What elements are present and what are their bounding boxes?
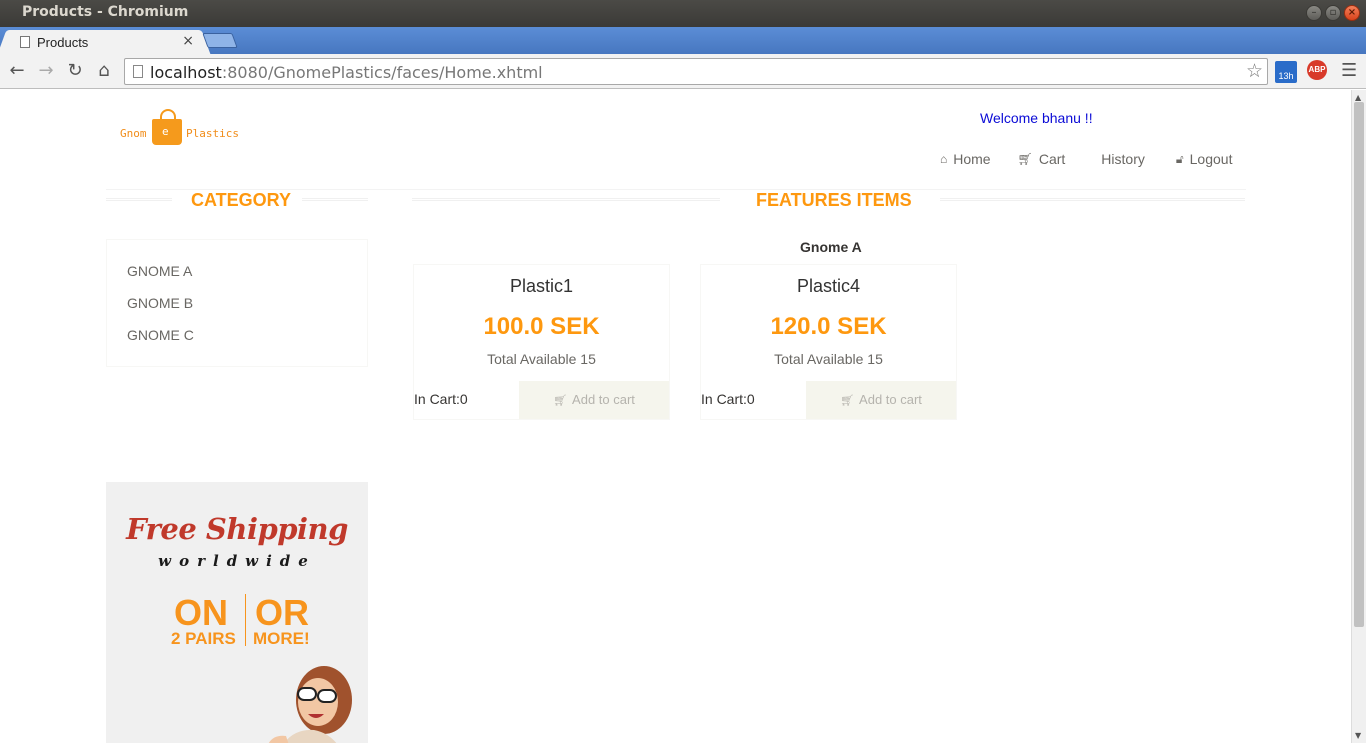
- unlock-icon: 🔓︎: [1175, 151, 1184, 166]
- category-item[interactable]: GNOME C: [127, 327, 194, 343]
- window-controls: – ▫ ×: [1306, 5, 1360, 21]
- add-to-cart-label: Add to cart: [572, 392, 635, 407]
- nav-logout[interactable]: 🔓︎ Logout: [1176, 151, 1233, 167]
- home-icon: ⌂: [940, 152, 948, 166]
- tab-strip: Products ×: [0, 27, 1366, 54]
- banner-on: ON: [174, 592, 228, 633]
- window-title-bar: Products - Chromium – ▫ ×: [0, 0, 1366, 27]
- nav-history[interactable]: History: [1101, 151, 1145, 167]
- category-panel: GNOME A GNOME B GNOME C: [106, 239, 368, 367]
- product-group-label: Gnome A: [800, 239, 862, 255]
- forward-arrow-icon[interactable]: →: [35, 60, 57, 82]
- banner-or: OR: [255, 592, 309, 633]
- logo-text-right: Plastics: [186, 127, 239, 140]
- reload-icon[interactable]: ↻: [64, 60, 86, 82]
- heading-line: [412, 198, 720, 201]
- free-shipping-banner[interactable]: Free Shipping worldwide ON OR 2 PAIRS MO…: [106, 482, 368, 743]
- in-cart-count: In Cart:0: [414, 391, 468, 407]
- scroll-up-icon[interactable]: ▲: [1355, 93, 1361, 102]
- back-arrow-icon[interactable]: ←: [6, 60, 28, 82]
- product-name: Plastic4: [796, 276, 861, 296]
- heading-line: [106, 198, 172, 201]
- url-host: localhost: [150, 63, 222, 82]
- browser-toolbar: ← → ↻ ⌂ localhost:8080/GnomePlastics/fac…: [0, 54, 1366, 89]
- tab-products[interactable]: Products ×: [8, 30, 200, 54]
- banner-more: MORE!: [253, 629, 310, 648]
- cart-icon: 🛒︎: [553, 395, 568, 407]
- minimize-button[interactable]: –: [1306, 5, 1322, 21]
- add-to-cart-button[interactable]: 🛒︎ Add to cart: [806, 381, 956, 419]
- tab-close-icon[interactable]: ×: [182, 33, 194, 49]
- heading-line: [940, 198, 1245, 201]
- nav-cart[interactable]: 🛒︎ Cart: [1018, 151, 1066, 167]
- nav-logout-label: Logout: [1189, 151, 1233, 167]
- welcome-message: Welcome bhanu !!: [980, 110, 1093, 126]
- tab-label: Products: [37, 35, 89, 50]
- bookmark-star-icon[interactable]: ☆: [1246, 60, 1263, 82]
- nav-cart-label: Cart: [1038, 151, 1066, 167]
- nav-history-label: History: [1101, 151, 1145, 167]
- scrollbar-thumb[interactable]: [1354, 102, 1364, 627]
- banner-pairs: 2 PAIRS: [171, 629, 236, 648]
- product-price: 120.0 SEK: [770, 313, 887, 340]
- logo-text-middle: e: [162, 125, 169, 138]
- url-text[interactable]: localhost:8080/GnomePlastics/faces/Home.…: [150, 63, 543, 82]
- category-heading: CATEGORY: [191, 190, 292, 210]
- category-item[interactable]: GNOME A: [127, 263, 192, 279]
- features-heading: FEATURES ITEMS: [756, 190, 912, 210]
- cart-icon: 🛒︎: [1017, 152, 1033, 166]
- adblock-extension-icon[interactable]: ABP: [1307, 60, 1327, 80]
- product-card: Plastic1 100.0 SEK Total Available 15 In…: [413, 264, 670, 420]
- banner-headline: Free Shipping: [126, 512, 348, 546]
- banner-divider: [245, 594, 246, 646]
- add-to-cart-label: Add to cart: [859, 392, 922, 407]
- url-path: :8080/GnomePlastics/faces/Home.xhtml: [221, 63, 543, 82]
- menu-icon[interactable]: ☰: [1341, 60, 1357, 81]
- page-scrollbar[interactable]: ▲ ▼: [1351, 90, 1366, 743]
- cart-icon: 🛒︎: [840, 395, 855, 407]
- shopping-bag-icon: e: [152, 109, 182, 145]
- nav-home-label: Home: [953, 151, 991, 167]
- product-name: Plastic1: [509, 276, 574, 296]
- product-price: 100.0 SEK: [483, 313, 600, 340]
- window-title: Products - Chromium: [22, 4, 189, 20]
- banner-subline: worldwide: [158, 552, 316, 570]
- home-icon[interactable]: ⌂: [93, 60, 115, 82]
- heading-line: [302, 198, 368, 201]
- product-availability: Total Available 15: [774, 351, 883, 367]
- in-cart-count: In Cart:0: [701, 391, 755, 407]
- site-logo[interactable]: Gnom e Plastics: [120, 108, 245, 148]
- calendar-extension-icon[interactable]: 13h: [1275, 61, 1297, 83]
- main-nav: ⌂ Home 🛒︎ Cart History 🔓︎ Logout: [940, 151, 1259, 167]
- new-tab-button[interactable]: [202, 33, 238, 48]
- close-window-button[interactable]: ×: [1344, 5, 1360, 21]
- add-to-cart-button[interactable]: 🛒︎ Add to cart: [519, 381, 669, 419]
- maximize-button[interactable]: ▫: [1325, 5, 1341, 21]
- address-bar[interactable]: localhost:8080/GnomePlastics/faces/Home.…: [124, 58, 1268, 85]
- product-card: Plastic4 120.0 SEK Total Available 15 In…: [700, 264, 957, 420]
- product-availability: Total Available 15: [487, 351, 596, 367]
- page-viewport: Gnom e Plastics Welcome bhanu !! ⌂ Home …: [0, 90, 1351, 743]
- model-photo: [268, 666, 352, 743]
- scroll-down-icon[interactable]: ▼: [1355, 731, 1361, 740]
- nav-home[interactable]: ⌂ Home: [940, 151, 991, 167]
- page-icon: [20, 36, 30, 48]
- logo-text-left: Gnom: [120, 127, 147, 140]
- category-item[interactable]: GNOME B: [127, 295, 193, 311]
- page-info-icon: [133, 65, 143, 78]
